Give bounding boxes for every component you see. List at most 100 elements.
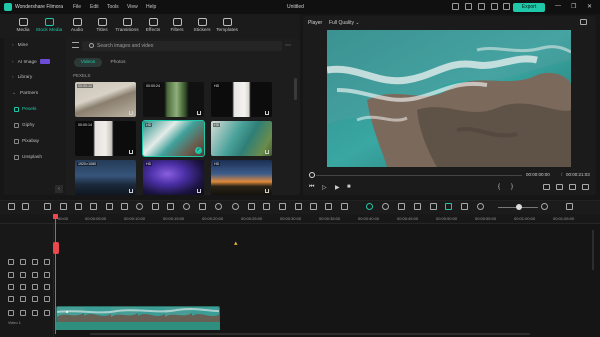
quality-dropdown[interactable]: Full Quality ⌄ <box>329 20 360 26</box>
download-icon[interactable] <box>129 150 133 154</box>
eye-icon[interactable] <box>32 272 38 278</box>
lock-icon[interactable] <box>20 272 26 278</box>
redo-icon[interactable] <box>60 203 67 210</box>
tool-audio[interactable]: Audio <box>63 16 91 38</box>
eye-icon[interactable] <box>32 296 38 302</box>
eye-icon[interactable] <box>32 310 38 316</box>
stock-thumbnail[interactable]: HD <box>211 121 272 156</box>
mic-icon[interactable] <box>414 203 421 210</box>
fullscreen-icon[interactable] <box>582 184 589 190</box>
crop-icon[interactable] <box>106 203 113 210</box>
sidebar-item-mine[interactable]: › Mine <box>12 43 28 48</box>
stock-thumbnail[interactable]: 00:00:24 <box>143 82 204 117</box>
sidebar-collapse-button[interactable]: ‹ <box>55 185 63 193</box>
download-icon[interactable] <box>129 111 133 115</box>
select-arrow-icon[interactable] <box>22 203 29 210</box>
sidebar-item-unsplash[interactable]: Unsplash <box>22 155 42 160</box>
previous-frame-button[interactable]: ⏮ <box>309 184 314 191</box>
timer-icon[interactable] <box>232 203 239 210</box>
speaker-icon[interactable] <box>44 296 50 302</box>
notification-icon[interactable] <box>503 3 510 10</box>
more-options-icon[interactable]: ⋯ <box>285 42 291 49</box>
menu-view[interactable]: View <box>127 4 138 10</box>
audio-wave-icon[interactable] <box>167 203 174 210</box>
speaker-icon[interactable] <box>44 284 50 290</box>
sidebar-item-giphy[interactable]: Giphy <box>22 123 35 128</box>
playhead-line[interactable] <box>55 214 56 334</box>
delete-icon[interactable] <box>75 203 82 210</box>
list-icon[interactable] <box>430 203 437 210</box>
next-frame-button[interactable]: ▶ <box>335 184 340 191</box>
tool-filters[interactable]: Filters <box>163 16 191 38</box>
stock-thumbnail[interactable]: 1920×1080 <box>75 160 136 195</box>
lock-icon[interactable] <box>20 284 26 290</box>
layout-icon[interactable] <box>452 3 459 10</box>
freeze-frame-icon[interactable] <box>183 203 190 210</box>
motion-icon[interactable] <box>325 203 332 210</box>
tool-media[interactable]: Media <box>9 16 37 38</box>
download-icon[interactable] <box>197 111 201 115</box>
mark-in-button[interactable]: { <box>498 184 500 190</box>
snap-icon[interactable] <box>382 203 389 210</box>
color-icon[interactable] <box>152 203 159 210</box>
maximize-button[interactable]: ❐ <box>571 3 576 10</box>
timeline-vertical-scrollbar[interactable] <box>592 230 594 270</box>
player-progress-knob[interactable] <box>309 172 315 178</box>
text-icon[interactable] <box>121 203 128 210</box>
speed-icon[interactable] <box>136 203 143 210</box>
zoom-in-icon[interactable] <box>541 203 548 210</box>
account-icon[interactable] <box>478 3 485 10</box>
eye-icon[interactable] <box>32 284 38 290</box>
speaker-icon[interactable] <box>44 272 50 278</box>
zoom-slider-knob[interactable] <box>516 204 522 210</box>
playhead-handle[interactable] <box>53 214 58 219</box>
stock-thumbnail[interactable]: HD <box>211 82 272 117</box>
stop-button[interactable]: ■ <box>347 184 351 190</box>
tool-stock-media[interactable]: Stock Media <box>35 16 63 38</box>
stock-thumbnail[interactable]: HD <box>211 160 272 195</box>
player-progress-track[interactable] <box>316 175 522 176</box>
menu-help[interactable]: Help <box>146 4 156 10</box>
split-icon[interactable] <box>90 203 97 210</box>
speaker-icon[interactable] <box>44 259 50 265</box>
menu-edit[interactable]: Edit <box>90 4 99 10</box>
snapshot-icon[interactable] <box>580 19 587 25</box>
layers-icon[interactable] <box>248 203 255 210</box>
timeline-horizontal-scrollbar[interactable] <box>90 333 530 335</box>
shield-icon[interactable] <box>398 203 405 210</box>
image-icon[interactable] <box>461 203 468 210</box>
sidebar-item-partners[interactable]: ⌄ Partners <box>12 91 38 96</box>
export-button[interactable]: Export <box>513 3 545 12</box>
stabilize-icon[interactable] <box>279 203 286 210</box>
tab-photos[interactable]: Photos <box>104 58 132 67</box>
stock-thumbnail[interactable]: 00:00:14 <box>75 121 136 156</box>
stock-thumbnail-selected[interactable]: HD ✓ <box>142 120 205 157</box>
sidebar-item-pixabay[interactable]: Pixabay <box>22 139 39 144</box>
sidebar-item-ai-image[interactable]: › AI Image <box>12 59 50 65</box>
download-icon[interactable] <box>129 189 133 193</box>
playhead-marker[interactable] <box>53 242 59 254</box>
tool-titles[interactable]: Titles <box>88 16 116 38</box>
download-icon[interactable] <box>197 189 201 193</box>
zoom-out-icon[interactable] <box>477 203 484 210</box>
menu-tools[interactable]: Tools <box>107 4 119 10</box>
more-tools-icon[interactable] <box>341 203 348 210</box>
tab-videos[interactable]: Videos <box>74 58 102 67</box>
save-icon[interactable] <box>465 3 472 10</box>
sidebar-item-library[interactable]: › Library <box>12 75 32 80</box>
green-screen-icon[interactable] <box>199 203 206 210</box>
tool-templates[interactable]: Templates <box>213 16 241 38</box>
undo-icon[interactable] <box>44 203 51 210</box>
search-input[interactable] <box>97 42 277 50</box>
speaker-icon[interactable] <box>44 310 50 316</box>
eye-icon[interactable] <box>32 259 38 265</box>
lock-icon[interactable] <box>20 310 26 316</box>
download-icon[interactable] <box>265 150 269 154</box>
ai-tools-icon[interactable] <box>215 203 222 210</box>
library-scrollbar[interactable] <box>294 78 297 100</box>
sidebar-item-pexels[interactable]: Pexels <box>22 107 36 112</box>
stock-thumbnail[interactable]: 00:00:12 <box>75 82 136 117</box>
tool-stickers[interactable]: Stickers <box>188 16 216 38</box>
mark-out-button[interactable]: } <box>511 184 513 190</box>
lock-icon[interactable] <box>20 296 26 302</box>
